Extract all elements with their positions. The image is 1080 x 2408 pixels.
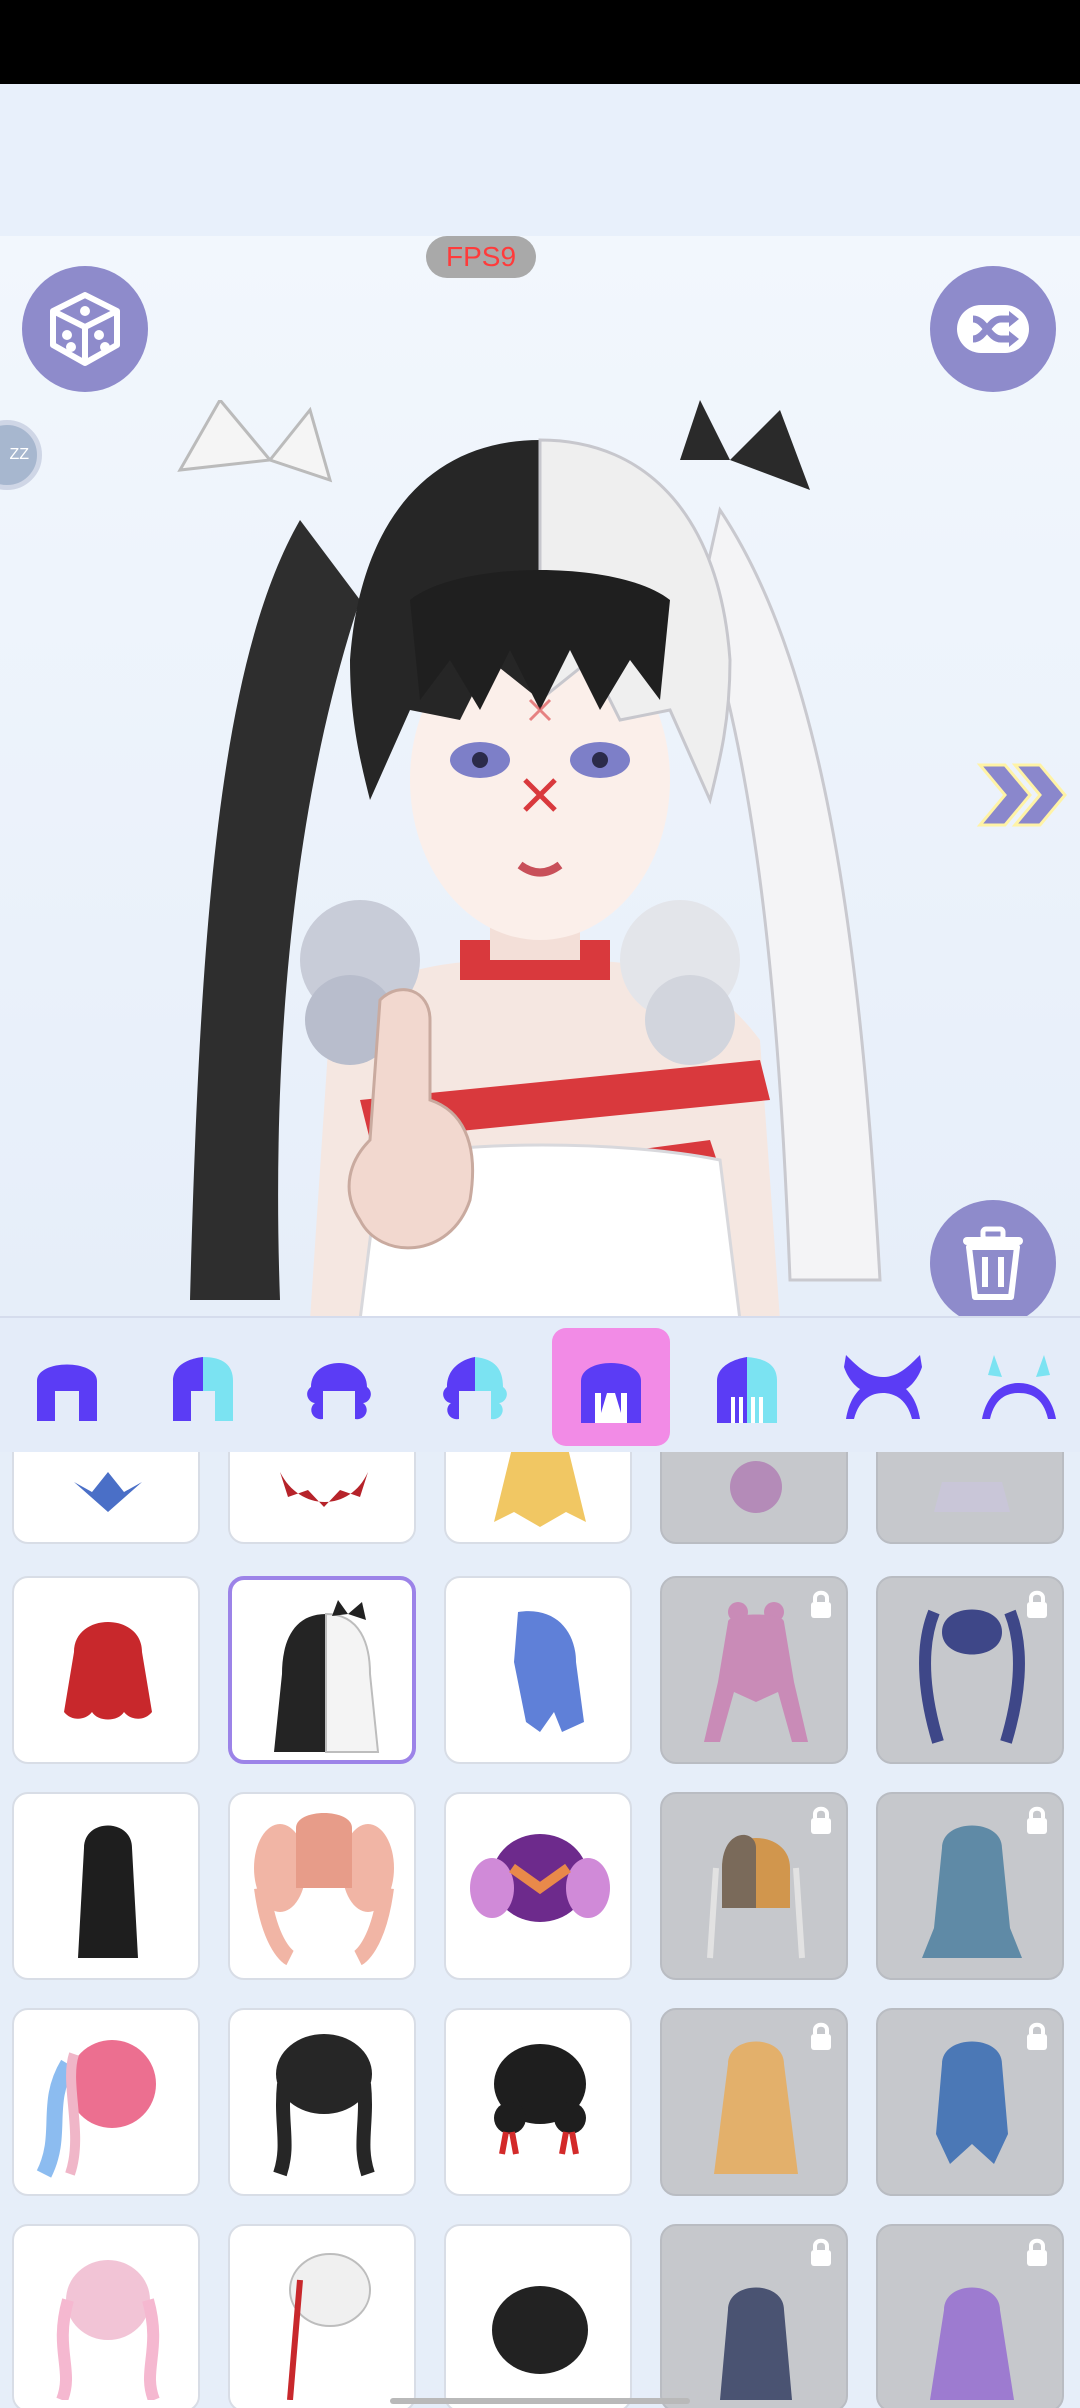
top-banner-area	[0, 84, 1080, 236]
hair-thumbnail	[274, 1600, 380, 1753]
hair-thumbnail	[273, 2034, 375, 2177]
hair-item[interactable]	[12, 1792, 200, 1980]
hair-item-locked[interactable]	[876, 1792, 1064, 1980]
category-tab-bar	[0, 1316, 1080, 1454]
delete-button[interactable]	[930, 1200, 1056, 1326]
hair-item-locked[interactable]	[660, 2224, 848, 2408]
hair-item[interactable]	[228, 2224, 416, 2408]
hair-thumbnail	[36, 2040, 156, 2178]
hair-thumbnail	[56, 2260, 160, 2400]
lock-icon	[811, 2238, 831, 2266]
lock-icon	[811, 2022, 831, 2050]
character-preview	[177, 400, 882, 1320]
lock-icon	[1027, 1590, 1047, 1618]
short-hair-icon	[37, 1364, 97, 1421]
hair-thumbnail	[78, 1825, 138, 1958]
hair-thumbnail	[494, 2044, 586, 2155]
tab-curly-hair-two-tone[interactable]	[416, 1328, 534, 1446]
hair-item-locked[interactable]	[876, 2008, 1064, 2196]
tab-long-hair[interactable]	[552, 1328, 670, 1446]
tab-horns[interactable]	[824, 1328, 942, 1446]
hair-item-locked[interactable]	[660, 2008, 848, 2196]
long-hair-icon	[581, 1363, 641, 1423]
shuffle-button[interactable]	[930, 266, 1056, 392]
home-indicator	[390, 2398, 690, 2404]
horns-two-tone-icon	[982, 1355, 1056, 1419]
trash-icon	[963, 1226, 1023, 1300]
hair-thumbnail	[492, 2286, 588, 2374]
hair-thumbnail	[287, 2253, 371, 2400]
hair-thumbnail	[494, 1452, 586, 1527]
hair-item[interactable]	[444, 1576, 632, 1764]
lock-icon	[1027, 2022, 1047, 2050]
curly-hair-icon	[307, 1363, 371, 1420]
tab-short-hair[interactable]	[8, 1328, 126, 1446]
hair-thumbnail	[514, 1611, 584, 1732]
hair-item-locked[interactable]	[876, 1452, 1064, 1544]
hair-item[interactable]	[12, 2008, 200, 2196]
hair-item-selected[interactable]	[228, 1576, 416, 1764]
tab-long-hair-two-tone[interactable]	[688, 1328, 806, 1446]
double-chevron-right-icon[interactable]	[975, 760, 1070, 830]
random-button[interactable]	[22, 266, 148, 392]
tab-horns-two-tone[interactable]	[960, 1328, 1078, 1446]
hair-item-locked[interactable]	[660, 1452, 848, 1544]
hair-item-locked[interactable]	[876, 2224, 1064, 2408]
hair-item[interactable]	[228, 1792, 416, 1980]
lock-icon	[811, 1806, 831, 1834]
shuffle-icon	[957, 305, 1029, 353]
hair-item-locked[interactable]	[660, 1792, 848, 1980]
hair-item[interactable]	[444, 1452, 632, 1544]
hair-item[interactable]	[228, 1452, 416, 1544]
side-chip-label: ZZ	[9, 446, 29, 463]
hair-thumbnail	[934, 1482, 1010, 1512]
hair-item-grid	[0, 1452, 1080, 2408]
hair-item-locked[interactable]	[660, 1576, 848, 1764]
hair-item[interactable]	[228, 2008, 416, 2196]
curly-hair-two-tone-icon	[443, 1357, 507, 1420]
hair-item[interactable]	[444, 2008, 632, 2196]
lock-icon	[1027, 2238, 1047, 2266]
hair-thumbnail	[254, 1813, 394, 1966]
short-hair-two-tone-icon	[173, 1357, 233, 1421]
hair-item[interactable]	[12, 1576, 200, 1764]
hair-item[interactable]	[12, 1452, 200, 1544]
tab-short-hair-two-tone[interactable]	[144, 1328, 262, 1446]
fps-counter: FPS9	[426, 236, 536, 278]
hair-item-locked[interactable]	[876, 1576, 1064, 1764]
hair-thumbnail	[64, 1622, 152, 1720]
hair-thumbnail	[74, 1472, 142, 1512]
tab-curly-hair[interactable]	[280, 1328, 398, 1446]
lock-icon	[1027, 1806, 1047, 1834]
hair-item[interactable]	[444, 2224, 632, 2408]
hair-thumbnail	[280, 1472, 368, 1507]
dice-icon	[50, 292, 120, 366]
hair-thumbnail	[470, 1834, 610, 1922]
hair-thumbnail	[730, 1461, 782, 1513]
horns-icon	[844, 1355, 922, 1419]
lock-icon	[811, 1590, 831, 1618]
long-hair-two-tone-icon	[717, 1357, 777, 1423]
hair-item[interactable]	[12, 2224, 200, 2408]
status-bar	[0, 0, 1080, 84]
hair-item[interactable]	[444, 1792, 632, 1980]
